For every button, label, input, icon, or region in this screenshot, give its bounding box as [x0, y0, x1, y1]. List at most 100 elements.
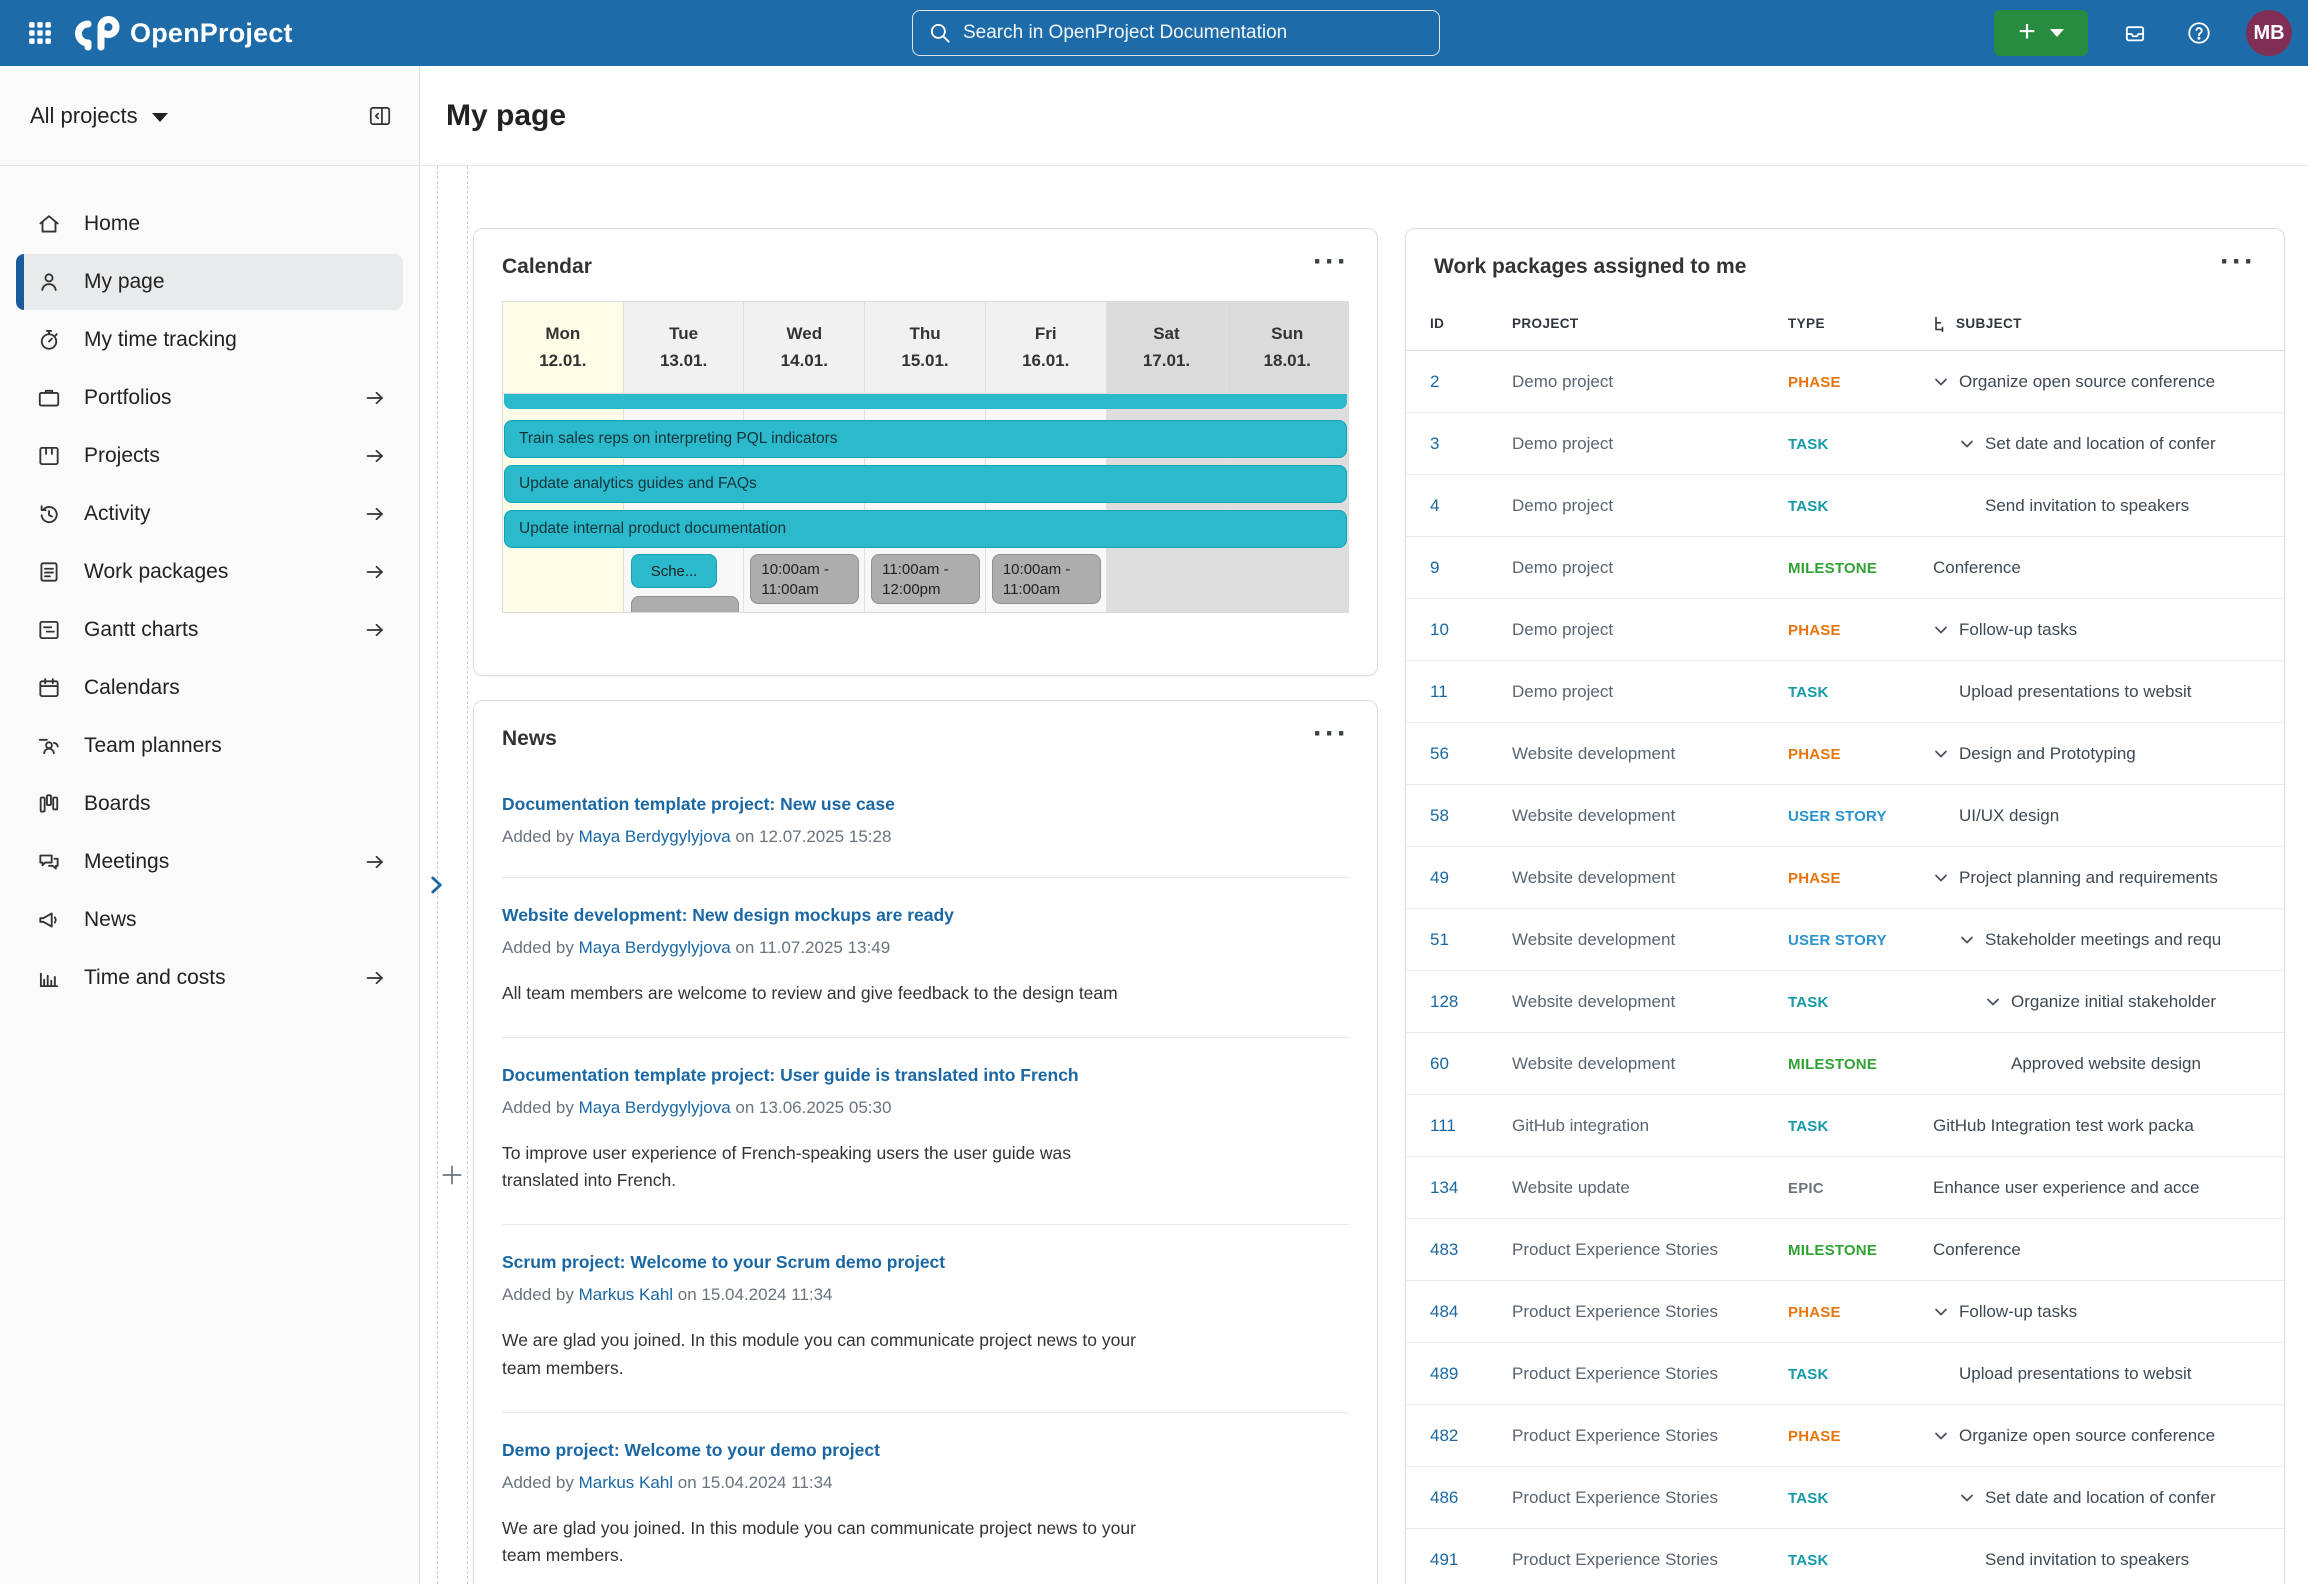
table-row[interactable]: 3 Demo project TASK Set date and locatio…	[1406, 413, 2284, 475]
work-package-id-link[interactable]: 111	[1430, 1116, 1512, 1136]
project-filter-dropdown[interactable]: All projects	[30, 103, 168, 129]
column-header-subject[interactable]: SUBJECT	[1933, 316, 2284, 332]
work-package-id-link[interactable]: 11	[1430, 682, 1512, 702]
work-package-id-link[interactable]: 4	[1430, 496, 1512, 516]
sidebar-item-activity[interactable]: Activity	[16, 486, 403, 542]
sidebar-item-time-and-costs[interactable]: Time and costs	[16, 950, 403, 1006]
work-package-id-link[interactable]: 10	[1430, 620, 1512, 640]
work-package-id-link[interactable]: 49	[1430, 868, 1512, 888]
calendar-event[interactable]	[631, 596, 740, 612]
collapse-children-icon[interactable]	[1933, 1304, 1949, 1320]
calendar-event[interactable]: Update analytics guides and FAQs	[504, 465, 1347, 503]
work-packages-widget-menu-icon[interactable]	[2220, 255, 2256, 269]
work-package-id-link[interactable]: 51	[1430, 930, 1512, 950]
collapse-children-icon[interactable]	[1933, 374, 1949, 390]
work-package-id-link[interactable]: 2	[1430, 372, 1512, 392]
calendar-event[interactable]: Sche...	[631, 554, 718, 588]
column-header-type[interactable]: TYPE	[1788, 316, 1933, 331]
news-author-link[interactable]: Maya Berdygylyjova	[579, 1098, 731, 1117]
calendar-event[interactable]: 10:00am - 11:00am	[992, 554, 1101, 604]
table-row[interactable]: 49 Website development PHASE Project pla…	[1406, 847, 2284, 909]
work-package-id-link[interactable]: 134	[1430, 1178, 1512, 1198]
app-grid-icon[interactable]	[20, 13, 60, 53]
sidebar-item-gantt-charts[interactable]: Gantt charts	[16, 602, 403, 658]
work-package-id-link[interactable]: 489	[1430, 1364, 1512, 1384]
arrow-right-icon[interactable]	[363, 560, 387, 584]
news-author-link[interactable]: Markus Kahl	[579, 1473, 673, 1492]
help-icon[interactable]	[2182, 16, 2216, 50]
table-row[interactable]: 2 Demo project PHASE Organize open sourc…	[1406, 351, 2284, 413]
table-row[interactable]: 482 Product Experience Stories PHASE Org…	[1406, 1405, 2284, 1467]
table-row[interactable]: 58 Website development USER STORY UI/UX …	[1406, 785, 2284, 847]
work-package-id-link[interactable]: 483	[1430, 1240, 1512, 1260]
table-row[interactable]: 484 Product Experience Stories PHASE Fol…	[1406, 1281, 2284, 1343]
sidebar-item-boards[interactable]: Boards	[16, 776, 403, 832]
news-author-link[interactable]: Markus Kahl	[579, 1285, 673, 1304]
table-row[interactable]: 491 Product Experience Stories TASK Send…	[1406, 1529, 2284, 1584]
table-row[interactable]: 128 Website development TASK Organize in…	[1406, 971, 2284, 1033]
collapse-children-icon[interactable]	[1933, 746, 1949, 762]
work-package-id-link[interactable]: 128	[1430, 992, 1512, 1012]
arrow-right-icon[interactable]	[363, 850, 387, 874]
sidebar-item-team-planners[interactable]: Team planners	[16, 718, 403, 774]
news-item-link[interactable]: Scrum project: Welcome to your Scrum dem…	[502, 1252, 1349, 1273]
add-widget-button[interactable]	[439, 1162, 465, 1193]
calendar-event[interactable]: 10:00am - 11:00am	[750, 554, 859, 604]
collapse-children-icon[interactable]	[1959, 932, 1975, 948]
sidebar-item-home[interactable]: Home	[16, 196, 403, 252]
news-item-link[interactable]: Website development: New design mockups …	[502, 905, 1349, 926]
collapse-children-icon[interactable]	[1933, 1428, 1949, 1444]
notifications-inbox-icon[interactable]	[2118, 16, 2152, 50]
news-item-link[interactable]: Demo project: Welcome to your demo proje…	[502, 1440, 1349, 1461]
calendar-event[interactable]: Train sales reps on interpreting PQL ind…	[504, 420, 1347, 458]
collapse-children-icon[interactable]	[1933, 870, 1949, 886]
table-row[interactable]: 11 Demo project TASK Upload presentation…	[1406, 661, 2284, 723]
news-author-link[interactable]: Maya Berdygylyjova	[579, 827, 731, 846]
work-package-id-link[interactable]: 486	[1430, 1488, 1512, 1508]
sidebar-item-my-time-tracking[interactable]: My time tracking	[16, 312, 403, 368]
table-row[interactable]: 9 Demo project MILESTONE Conference	[1406, 537, 2284, 599]
sidebar-item-work-packages[interactable]: Work packages	[16, 544, 403, 600]
work-package-id-link[interactable]: 56	[1430, 744, 1512, 764]
table-row[interactable]: 486 Product Experience Stories TASK Set …	[1406, 1467, 2284, 1529]
work-package-id-link[interactable]: 484	[1430, 1302, 1512, 1322]
arrow-right-icon[interactable]	[363, 966, 387, 990]
sidebar-expand-handle[interactable]	[423, 872, 449, 903]
sidebar-item-projects[interactable]: Projects	[16, 428, 403, 484]
collapse-children-icon[interactable]	[1959, 1490, 1975, 1506]
arrow-right-icon[interactable]	[363, 618, 387, 642]
arrow-right-icon[interactable]	[363, 386, 387, 410]
global-search[interactable]	[912, 10, 1440, 56]
table-row[interactable]: 10 Demo project PHASE Follow-up tasks	[1406, 599, 2284, 661]
work-package-id-link[interactable]: 491	[1430, 1550, 1512, 1570]
work-package-id-link[interactable]: 482	[1430, 1426, 1512, 1446]
column-header-project[interactable]: PROJECT	[1512, 316, 1788, 331]
table-row[interactable]: 4 Demo project TASK Send invitation to s…	[1406, 475, 2284, 537]
news-author-link[interactable]: Maya Berdygylyjova	[579, 938, 731, 957]
sidebar-item-calendars[interactable]: Calendars	[16, 660, 403, 716]
table-row[interactable]: 483 Product Experience Stories MILESTONE…	[1406, 1219, 2284, 1281]
openproject-logo[interactable]: OpenProject	[74, 15, 293, 51]
work-package-id-link[interactable]: 60	[1430, 1054, 1512, 1074]
news-item-link[interactable]: Documentation template project: New use …	[502, 794, 1349, 815]
arrow-right-icon[interactable]	[363, 502, 387, 526]
table-row[interactable]: 111 GitHub integration TASK GitHub Integ…	[1406, 1095, 2284, 1157]
collapse-children-icon[interactable]	[1959, 436, 1975, 452]
calendar-event-partial[interactable]	[504, 394, 1347, 409]
column-header-id[interactable]: ID	[1430, 316, 1512, 331]
calendar-event[interactable]: Update internal product documentation	[504, 510, 1347, 548]
work-package-id-link[interactable]: 58	[1430, 806, 1512, 826]
sidebar-item-news[interactable]: News	[16, 892, 403, 948]
work-package-id-link[interactable]: 9	[1430, 558, 1512, 578]
collapse-children-icon[interactable]	[1985, 994, 2001, 1010]
work-package-id-link[interactable]: 3	[1430, 434, 1512, 454]
table-row[interactable]: 489 Product Experience Stories TASK Uplo…	[1406, 1343, 2284, 1405]
table-row[interactable]: 56 Website development PHASE Design and …	[1406, 723, 2284, 785]
quick-add-button[interactable]: +	[1994, 10, 2088, 56]
sidebar-item-meetings[interactable]: Meetings	[16, 834, 403, 890]
table-row[interactable]: 51 Website development USER STORY Stakeh…	[1406, 909, 2284, 971]
sidebar-item-portfolios[interactable]: Portfolios	[16, 370, 403, 426]
sidebar-collapse-icon[interactable]	[367, 103, 393, 129]
calendar-widget-menu-icon[interactable]	[1313, 255, 1349, 269]
table-row[interactable]: 134 Website update EPIC Enhance user exp…	[1406, 1157, 2284, 1219]
